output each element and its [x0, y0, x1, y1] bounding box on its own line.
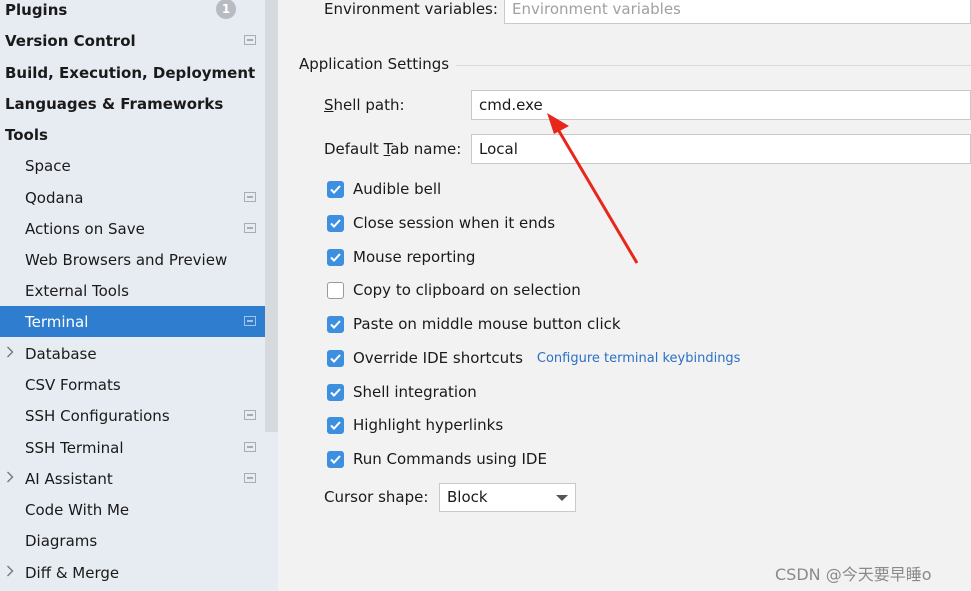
- sidebar-item-ssh-terminal[interactable]: SSH Terminal: [0, 432, 265, 463]
- env-variables-field[interactable]: Environment variables: [504, 0, 971, 24]
- sidebar-item-label: External Tools: [25, 281, 129, 300]
- sidebar-item-label: Space: [25, 156, 71, 175]
- sidebar-item-label: SSH Configurations: [25, 406, 170, 425]
- sidebar-item-plugins[interactable]: Plugins 1: [0, 0, 265, 25]
- cursor-shape-value: Block: [447, 488, 488, 506]
- close-session-checkbox[interactable]: Close session when it ends: [327, 211, 555, 235]
- cursor-shape-select[interactable]: Block: [439, 483, 576, 512]
- project-settings-icon: [244, 35, 256, 45]
- sidebar-item-label: Web Browsers and Preview: [25, 250, 228, 269]
- shell-path-field[interactable]: cmd.exe: [471, 90, 971, 120]
- checkbox-box[interactable]: [327, 383, 344, 401]
- audible-bell-checkbox[interactable]: Audible bell: [327, 177, 441, 201]
- configure-keybindings-link[interactable]: Configure terminal keybindings: [537, 351, 741, 366]
- section-divider: [456, 65, 971, 66]
- sidebar-item-build-execution-deployment[interactable]: Build, Execution, Deployment: [0, 57, 265, 88]
- project-settings-icon: [244, 473, 256, 483]
- checkbox-label: Audible bell: [353, 180, 442, 198]
- checkbox-label: Close session when it ends: [353, 214, 556, 232]
- checkbox-box[interactable]: [327, 416, 344, 434]
- sidebar-item-actions-on-save[interactable]: Actions on Save: [0, 213, 265, 244]
- sidebar-item-label: Version Control: [5, 31, 136, 50]
- sidebar-item-ssh-configurations[interactable]: SSH Configurations: [0, 400, 265, 431]
- paste-middle-click-checkbox[interactable]: Paste on middle mouse button click: [327, 312, 621, 336]
- highlight-hyperlinks-checkbox[interactable]: Highlight hyperlinks: [327, 413, 503, 437]
- section-title: Application Settings: [299, 55, 450, 73]
- sidebar-item-label: Diff & Merge: [25, 563, 120, 582]
- sidebar-item-qodana[interactable]: Qodana: [0, 182, 265, 213]
- mouse-reporting-checkbox[interactable]: Mouse reporting: [327, 245, 475, 269]
- sidebar-item-external-tools[interactable]: External Tools: [0, 275, 265, 306]
- project-settings-icon: [244, 223, 256, 233]
- checkbox-box[interactable]: [327, 349, 344, 367]
- sidebar-item-label: Qodana: [25, 188, 84, 207]
- sidebar-item-label: Plugins: [5, 0, 68, 19]
- sidebar-item-languages-frameworks[interactable]: Languages & Frameworks: [0, 88, 265, 119]
- checkbox-box[interactable]: [327, 315, 344, 333]
- sidebar-item-diff-merge[interactable]: Diff & Merge: [0, 557, 265, 588]
- sidebar-item-label: CSV Formats: [25, 375, 121, 394]
- sidebar-item-label: Actions on Save: [25, 219, 145, 238]
- sidebar-item-csv-formats[interactable]: CSV Formats: [0, 369, 265, 400]
- checkbox-box[interactable]: [327, 281, 344, 299]
- copy-to-clipboard-checkbox[interactable]: Copy to clipboard on selection: [327, 278, 581, 302]
- sidebar-item-terminal[interactable]: Terminal: [0, 306, 278, 337]
- project-settings-icon: [244, 316, 256, 326]
- tab-name-label: Default Tab name:: [324, 140, 462, 158]
- sidebar-item-label: Languages & Frameworks: [5, 94, 224, 113]
- sidebar-item-label: Diagrams: [25, 531, 98, 550]
- shell-path-label: Shell path:: [324, 96, 405, 114]
- sidebar-item-label: AI Assistant: [25, 469, 113, 488]
- checkbox-label: Mouse reporting: [353, 248, 476, 266]
- sidebar-item-code-with-me[interactable]: Code With Me: [0, 494, 265, 525]
- sidebar-item-label: Code With Me: [25, 500, 130, 519]
- project-settings-icon: [244, 442, 256, 452]
- cursor-shape-label: Cursor shape:: [324, 488, 429, 506]
- sidebar-item-label: Build, Execution, Deployment: [5, 63, 256, 82]
- checkbox-label: Run Commands using IDE: [353, 450, 547, 468]
- chevron-right-icon[interactable]: [6, 346, 18, 360]
- run-commands-using-ide-checkbox[interactable]: Run Commands using IDE: [327, 447, 547, 471]
- checkbox-box[interactable]: [327, 248, 344, 266]
- project-settings-icon: [244, 192, 256, 202]
- checkbox-label: Shell integration: [353, 383, 477, 401]
- checkbox-label: Paste on middle mouse button click: [353, 315, 621, 333]
- sidebar-item-web-browsers[interactable]: Web Browsers and Preview: [0, 244, 265, 275]
- checkbox-label: Copy to clipboard on selection: [353, 281, 581, 299]
- sidebar-item-diagrams[interactable]: Diagrams: [0, 525, 265, 556]
- project-settings-icon: [244, 410, 256, 420]
- sidebar-item-label: Database: [25, 344, 97, 363]
- sidebar-item-space[interactable]: Space: [0, 150, 265, 181]
- shell-integration-checkbox[interactable]: Shell integration: [327, 380, 477, 404]
- sidebar-item-ai-assistant[interactable]: AI Assistant: [0, 463, 265, 494]
- settings-sidebar: Plugins 1 Version Control Build, Executi…: [0, 0, 278, 591]
- sidebar-item-label: Tools: [5, 125, 48, 144]
- checkbox-box[interactable]: [327, 214, 344, 232]
- chevron-right-icon[interactable]: [6, 471, 18, 485]
- checkbox-label: Override IDE shortcuts: [353, 349, 523, 367]
- sidebar-item-label: Terminal: [25, 312, 89, 331]
- sidebar-item-version-control[interactable]: Version Control: [0, 25, 265, 56]
- override-ide-shortcuts-checkbox[interactable]: Override IDE shortcuts Configure termina…: [327, 346, 740, 370]
- sidebar-item-label: SSH Terminal: [25, 438, 124, 457]
- sidebar-scrollbar-thumb[interactable]: [265, 0, 278, 432]
- sidebar-item-database[interactable]: Database: [0, 338, 265, 369]
- chevron-right-icon[interactable]: [6, 565, 18, 579]
- watermark: CSDN @今天要早睡o: [775, 565, 932, 584]
- sidebar-item-tools[interactable]: Tools: [0, 119, 265, 150]
- checkbox-box[interactable]: [327, 450, 344, 468]
- env-variables-label: Environment variables:: [324, 0, 498, 18]
- tab-name-field[interactable]: Local: [471, 134, 971, 164]
- checkbox-label: Highlight hyperlinks: [353, 416, 504, 434]
- terminal-settings-panel: Environment variables: Environment varia…: [278, 0, 971, 591]
- update-count-badge: 1: [216, 0, 236, 19]
- dropdown-arrow-icon: [556, 495, 568, 501]
- checkbox-box[interactable]: [327, 180, 344, 198]
